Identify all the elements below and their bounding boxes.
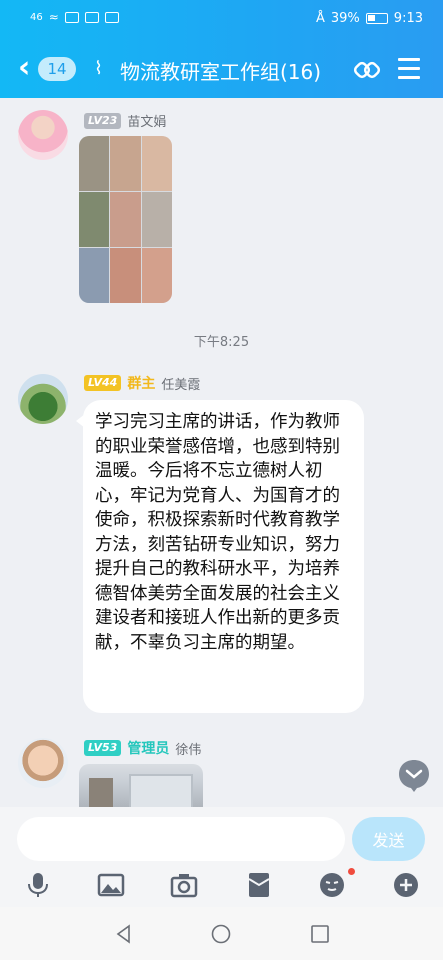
sender-meta: LV53 管理员 徐伟 (84, 738, 201, 758)
admin-tag: 管理员 (127, 741, 170, 757)
signal-icon: 46 (30, 11, 43, 23)
app-icon (104, 11, 119, 23)
message-input[interactable] (17, 817, 345, 861)
nav-back-icon[interactable] (114, 924, 134, 944)
level-badge: LV44 (84, 375, 122, 391)
sender-name[interactable]: 苗文娟 (127, 111, 166, 130)
mic-icon[interactable] (24, 871, 52, 899)
avatar[interactable] (18, 374, 68, 424)
status-bar: 46 ≈ Å 39% 9:13 (0, 0, 443, 38)
message-timestamp: 下午8:25 (193, 335, 250, 350)
emoji-icon[interactable] (318, 871, 346, 899)
title-bar: ‹ 14 ⌇ 物流教研室工作组(16) (0, 44, 443, 94)
image-icon[interactable] (97, 871, 125, 899)
emoji-notification-dot (348, 868, 355, 875)
shared-photo[interactable] (79, 764, 203, 808)
menu-icon[interactable] (398, 58, 420, 80)
unread-count-badge[interactable]: 14 (38, 57, 76, 81)
video-call-collage-image[interactable] (79, 136, 172, 303)
avatar[interactable] (18, 110, 68, 160)
nav-recents-icon[interactable] (310, 924, 330, 944)
level-badge: LV53 (84, 740, 122, 756)
play-icon (64, 11, 79, 23)
red-packet-icon[interactable] (245, 871, 273, 899)
plus-icon[interactable] (392, 871, 420, 899)
battery-icon (365, 13, 388, 24)
level-badge: LV23 (84, 112, 122, 129)
group-link-icon[interactable] (353, 56, 381, 84)
send-button[interactable]: 发送 (352, 817, 425, 861)
message-bubble[interactable]: 学习完习主席的讲话，作为教师的职业荣誉感倍增，也感到特别温暖。今后将不忘立德树人… (76, 400, 364, 713)
battery-percent: 39% (330, 11, 360, 26)
bluetooth-icon: Å (315, 11, 325, 26)
earpiece-icon[interactable]: ⌇ (94, 58, 103, 79)
chat-title: 物流教研室工作组(16) (120, 60, 322, 84)
chat-header: 46 ≈ Å 39% 9:13 ‹ 14 ⌇ 物流教研室工作组(16) (0, 0, 443, 98)
owner-tag: 群主 (127, 376, 156, 392)
camera-icon[interactable] (170, 871, 198, 899)
back-icon[interactable]: ‹ (18, 53, 30, 83)
system-nav-bar (0, 907, 443, 960)
scroll-down-icon[interactable] (398, 758, 430, 792)
sender-meta: LV23 苗文娟 (84, 111, 166, 130)
sender-name[interactable]: 徐伟 (175, 739, 201, 758)
clock: 9:13 (393, 11, 423, 26)
nav-home-icon[interactable] (211, 924, 231, 944)
sender-name[interactable]: 任美霞 (161, 374, 200, 393)
sender-meta: LV44 群主 任美霞 (84, 373, 200, 393)
input-bar: 发送 (0, 807, 443, 907)
avatar[interactable] (18, 738, 68, 788)
notification-icon (84, 11, 99, 23)
wifi-icon: ≈ (48, 10, 59, 24)
